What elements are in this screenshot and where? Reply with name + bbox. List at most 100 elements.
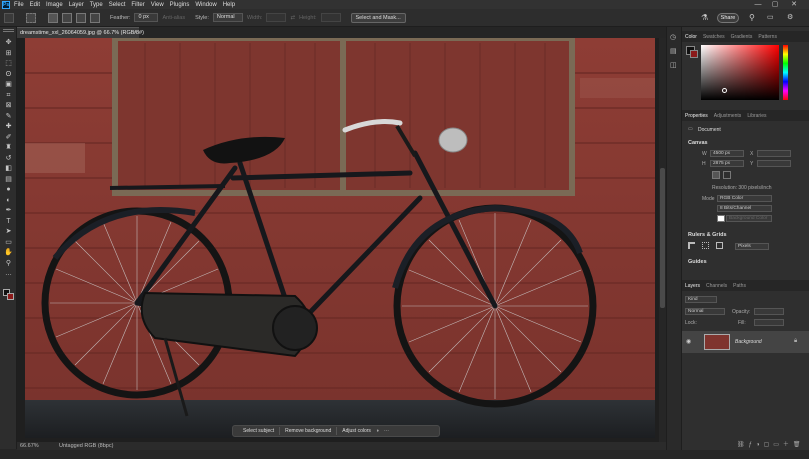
background-swatch[interactable]	[690, 50, 698, 58]
pen-tool-icon[interactable]: ✒	[4, 207, 13, 214]
grid-icon[interactable]	[702, 242, 709, 249]
fill-swatch[interactable]	[717, 215, 725, 222]
bit-depth-select[interactable]: 8 Bits/Channel	[717, 205, 772, 212]
clone-stamp-tool-icon[interactable]: ♜	[4, 144, 13, 151]
select-and-mask-button[interactable]: Select and Mask...	[350, 12, 406, 23]
scroll-thumb[interactable]	[660, 168, 665, 308]
gradient-tool-icon[interactable]: ▤	[4, 176, 13, 183]
eyedropper-tool-icon[interactable]: ✎	[4, 113, 13, 120]
intersect-selection-icon[interactable]	[90, 12, 100, 23]
tab-channels[interactable]: Channels	[706, 283, 727, 289]
layer-name[interactable]: Background	[735, 339, 762, 345]
swap-icon[interactable]: ⇄	[290, 15, 295, 21]
frame-tool-icon[interactable]: ⊠	[4, 102, 13, 109]
flask-icon[interactable]: ⚗	[701, 13, 710, 23]
antialias-checkbox[interactable]: Anti-alias	[162, 15, 185, 21]
portrait-icon[interactable]	[712, 171, 720, 179]
menu-window[interactable]: Window	[195, 2, 216, 8]
tab-layers[interactable]: Layers	[685, 283, 700, 289]
color-field[interactable]	[701, 45, 779, 100]
guides-icon[interactable]	[716, 242, 723, 249]
hand-tool-icon[interactable]: ✋	[4, 249, 13, 256]
eraser-tool-icon[interactable]: ◧	[4, 165, 13, 172]
artboard-tool-icon[interactable]: ⊞	[4, 50, 13, 57]
photoshop-logo-icon[interactable]: Ps	[2, 0, 10, 9]
background-color-swatch[interactable]	[7, 293, 14, 300]
menu-view[interactable]: View	[151, 2, 164, 8]
feather-input[interactable]: 0 px	[134, 13, 159, 22]
menu-file[interactable]: File	[14, 2, 24, 8]
document-canvas-image[interactable]	[25, 38, 655, 438]
canvas-y-input[interactable]	[757, 160, 791, 167]
more-tools-icon[interactable]: …	[4, 270, 13, 277]
path-select-tool-icon[interactable]: ➤	[4, 228, 13, 235]
menu-image[interactable]: Image	[46, 2, 63, 8]
style-select[interactable]: Normal	[212, 13, 243, 22]
half-circle-icon[interactable]: ◑	[376, 428, 379, 434]
color-picker-ring[interactable]	[722, 88, 727, 93]
menu-edit[interactable]: Edit	[30, 2, 40, 8]
maximize-button[interactable]: ▢	[768, 0, 782, 9]
select-subject-button[interactable]: Select subject	[243, 428, 274, 434]
blur-tool-icon[interactable]: ●	[4, 186, 13, 193]
document-tab[interactable]: dreamstime_xxl_26064059.jpg @ 66.7% (RGB…	[17, 27, 144, 38]
workspace-icon[interactable]: ▭	[767, 13, 776, 23]
more-options-icon[interactable]: ⋯	[384, 428, 389, 434]
home-icon[interactable]	[4, 12, 14, 23]
move-tool-icon[interactable]: ✥	[4, 39, 13, 46]
mode-select[interactable]: RGB Color	[717, 195, 772, 202]
canvas-height-input[interactable]: 2875 px	[710, 160, 744, 167]
add-selection-icon[interactable]	[62, 12, 72, 23]
lock-icon[interactable]: 🔒︎	[794, 338, 797, 345]
zoom-tool-icon[interactable]: ⚲	[4, 260, 13, 267]
tab-libraries[interactable]: Libraries	[747, 113, 766, 119]
close-tab-icon[interactable]: ×	[134, 28, 137, 38]
fill-select[interactable]: Background Color	[726, 215, 772, 222]
rectangle-tool-icon[interactable]: ▭	[4, 239, 13, 246]
tab-adjustments[interactable]: Adjustments	[714, 113, 742, 119]
menu-help[interactable]: Help	[223, 2, 235, 8]
gradient-panel-icon[interactable]: ▤	[670, 47, 677, 55]
height-input[interactable]	[320, 13, 341, 22]
toolbar-grip-icon[interactable]	[3, 29, 14, 32]
marquee-tool-icon[interactable]: ⬚	[4, 60, 13, 67]
close-window-button[interactable]: ✕	[787, 0, 801, 9]
tab-paths[interactable]: Paths	[733, 283, 746, 289]
remove-background-button[interactable]: Remove background	[285, 428, 331, 434]
canvas-width-input[interactable]: 4500 px	[710, 150, 744, 157]
canvas-x-input[interactable]	[757, 150, 791, 157]
dodge-tool-icon[interactable]: ◐	[4, 197, 13, 204]
object-select-tool-icon[interactable]: ▣	[4, 81, 13, 88]
marquee-preset-icon[interactable]	[26, 12, 36, 23]
layer-row-background[interactable]: ◉ Background 🔒︎	[682, 331, 809, 353]
hue-slider[interactable]	[783, 45, 788, 100]
type-tool-icon[interactable]: T	[4, 218, 13, 225]
units-select[interactable]: Pixels	[735, 243, 769, 250]
menu-select[interactable]: Select	[109, 2, 126, 8]
menu-plugins[interactable]: Plugins	[170, 2, 190, 8]
search-icon[interactable]: ⚲	[749, 13, 758, 23]
tab-properties[interactable]: Properties	[685, 113, 708, 119]
tab-color[interactable]: Color	[685, 34, 697, 40]
guides-section-header[interactable]: Guides	[688, 259, 707, 265]
fill-input[interactable]	[754, 319, 784, 326]
menu-layer[interactable]: Layer	[69, 2, 84, 8]
menu-type[interactable]: Type	[90, 2, 103, 8]
tab-swatches[interactable]: Swatches	[703, 34, 725, 40]
visibility-eye-icon[interactable]: ◉	[686, 338, 691, 345]
landscape-icon[interactable]	[723, 171, 731, 179]
opacity-input[interactable]	[754, 308, 784, 315]
blend-mode-select[interactable]: Normal	[685, 308, 725, 315]
adjust-colors-button[interactable]: Adjust colors	[342, 428, 371, 434]
lasso-tool-icon[interactable]: ʘ	[4, 71, 13, 78]
tab-gradients[interactable]: Gradients	[731, 34, 753, 40]
settings-icon[interactable]: ⚙	[787, 13, 796, 23]
crop-tool-icon[interactable]: ⌗	[4, 92, 13, 99]
rulers-section-header[interactable]: Rulers & Grids	[688, 232, 727, 238]
minimize-button[interactable]: —	[751, 0, 765, 9]
layer-filter-select[interactable]: Kind	[685, 296, 717, 303]
healing-tool-icon[interactable]: ✚	[4, 123, 13, 130]
menu-filter[interactable]: Filter	[131, 2, 144, 8]
canvas-section-header[interactable]: Canvas	[688, 140, 708, 146]
history-icon[interactable]: ◷	[670, 33, 676, 41]
